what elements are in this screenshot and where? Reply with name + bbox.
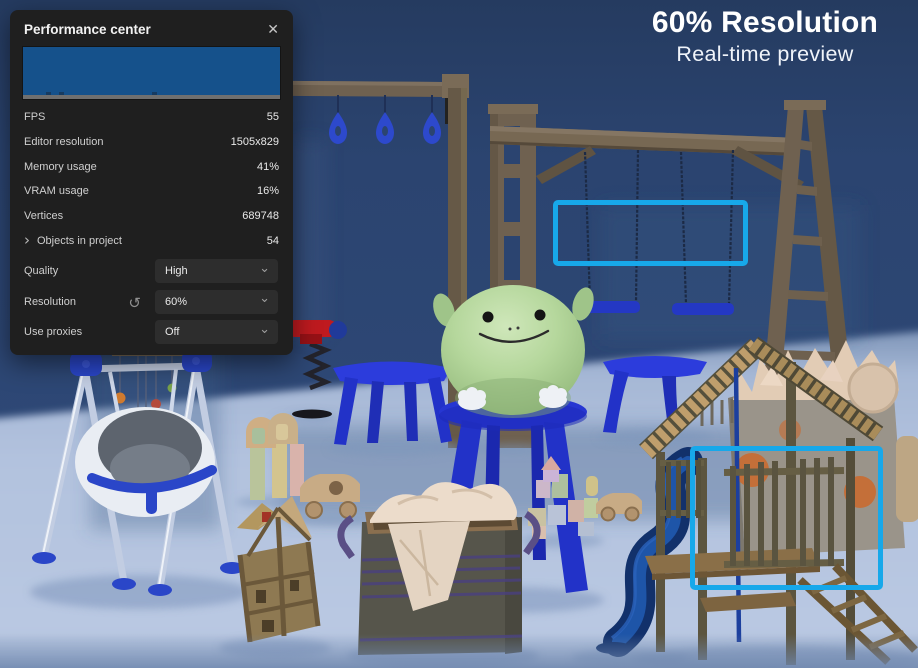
quality-dropdown[interactable]: High ⌄	[155, 259, 278, 283]
close-icon[interactable]: ✕	[267, 23, 279, 37]
stats-list: FPS 55 Editor resolution 1505x829 Memory…	[10, 105, 293, 253]
panel-header: Performance center ✕	[10, 10, 293, 46]
stat-row-objects-in-project: › Objects in project 54	[10, 228, 293, 253]
stat-row-vertices: Vertices 689748	[10, 204, 293, 229]
chevron-right-icon[interactable]: ›	[24, 235, 30, 246]
control-row-resolution: Resolution ↺ 60% ⌄	[10, 287, 293, 318]
stat-row-fps: FPS 55	[10, 105, 293, 130]
resolution-subheadline: Real-time preview	[612, 42, 918, 67]
chevron-down-icon: ⌄	[259, 325, 270, 335]
resolution-dropdown[interactable]: 60% ⌄	[155, 290, 278, 314]
panel-title: Performance center	[24, 22, 151, 37]
chevron-down-icon: ⌄	[259, 264, 270, 274]
block-towers[interactable]	[246, 413, 304, 500]
stat-row-vram-usage: VRAM usage 16%	[10, 179, 293, 204]
stat-row-memory-usage: Memory usage 41%	[10, 154, 293, 179]
stat-row-editor-resolution: Editor resolution 1505x829	[10, 130, 293, 155]
resolution-highlight-box	[553, 200, 748, 266]
swing-seat[interactable]	[672, 303, 734, 315]
use-proxies-dropdown[interactable]: Off ⌄	[155, 320, 278, 344]
reset-icon[interactable]: ↺	[128, 294, 141, 312]
graph-baseline	[23, 95, 280, 99]
resolution-highlight-box	[690, 446, 883, 590]
performance-center-panel: Performance center ✕ FPS 55 Editor resol…	[10, 10, 293, 355]
controls-list: Quality High ⌄ Resolution ↺ 60% ⌄ Use pr…	[10, 256, 293, 348]
floor-vignette	[0, 634, 918, 668]
fps-history-graph	[22, 46, 281, 100]
resolution-headline: 60% Resolution	[612, 6, 918, 40]
control-row-use-proxies: Use proxies Off ⌄	[10, 317, 293, 348]
control-row-quality: Quality High ⌄	[10, 256, 293, 287]
chevron-down-icon: ⌄	[259, 294, 270, 304]
wood-piece	[896, 436, 918, 522]
